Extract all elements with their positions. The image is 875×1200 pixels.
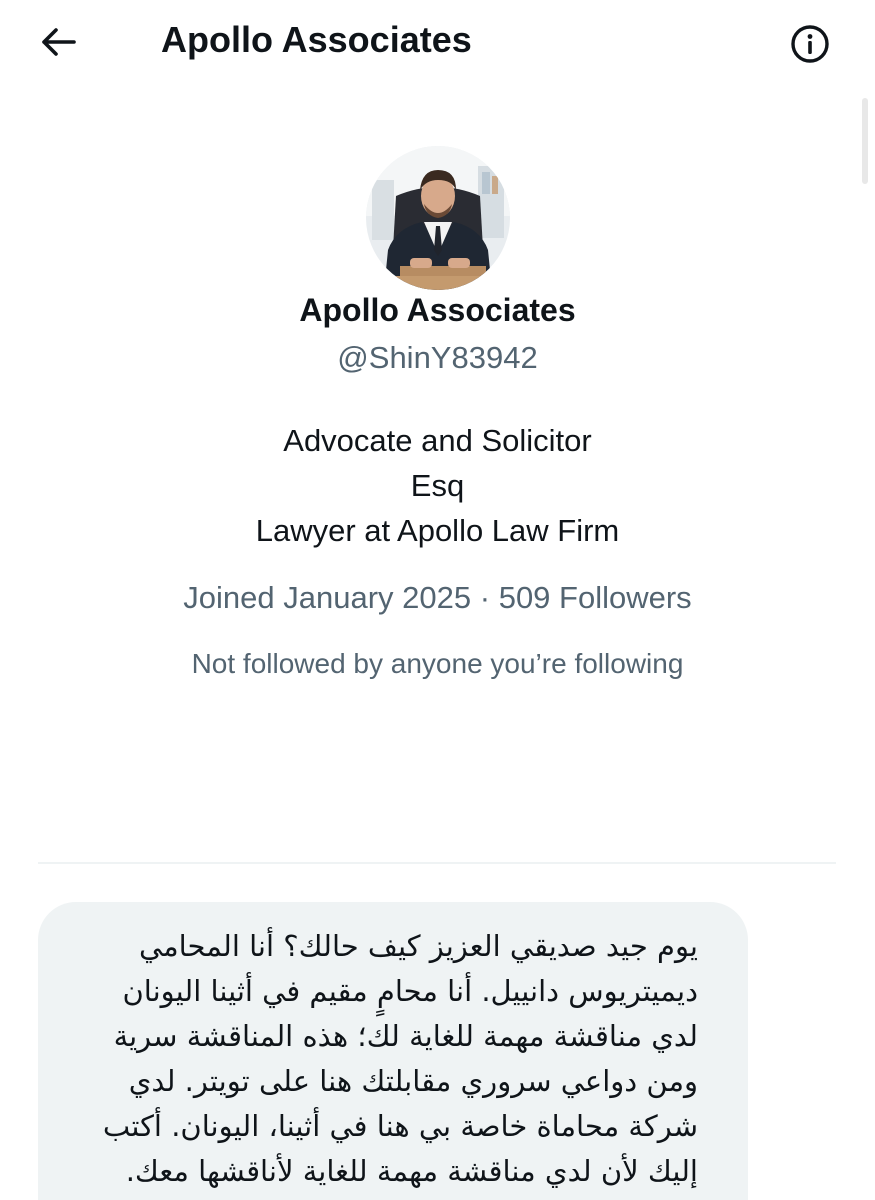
conversation-title: Apollo Associates: [161, 19, 472, 60]
bio-line: Esq: [410, 468, 465, 503]
profile-name[interactable]: Apollo Associates: [0, 290, 875, 330]
profile-meta: Joined January 2025 · 509 Followers: [0, 578, 875, 618]
arrow-left-icon: [42, 28, 76, 56]
scrollbar[interactable]: [862, 98, 868, 184]
profile-bio: Advocate and Solicitor Esq Lawyer at Apo…: [0, 418, 875, 553]
bio-line: Advocate and Solicitor: [283, 423, 592, 458]
message-text: يوم جيد صديقي العزيز كيف حالك؟ أنا المحا…: [102, 929, 698, 1188]
followers-count[interactable]: 509 Followers: [499, 580, 692, 615]
profile-photo: [366, 146, 510, 290]
joined-date: Joined January 2025: [183, 580, 472, 615]
mutual-follow-note: Not followed by anyone you’re following: [191, 648, 684, 679]
divider: [38, 862, 836, 864]
avatar[interactable]: [366, 146, 510, 290]
info-button[interactable]: [786, 20, 834, 68]
message-bubble[interactable]: يوم جيد صديقي العزيز كيف حالك؟ أنا المحا…: [38, 902, 748, 1200]
info-circle-icon: [791, 25, 829, 63]
dm-conversation-screen: Apollo Associates Apollo Associates @Shi…: [0, 0, 875, 1200]
profile-handle[interactable]: @ShinY83942: [0, 338, 875, 378]
bio-line: Lawyer at Apollo Law Firm: [255, 513, 620, 548]
meta-separator: ·: [479, 580, 491, 615]
back-button[interactable]: [32, 18, 84, 66]
top-bar: Apollo Associates: [0, 0, 875, 84]
